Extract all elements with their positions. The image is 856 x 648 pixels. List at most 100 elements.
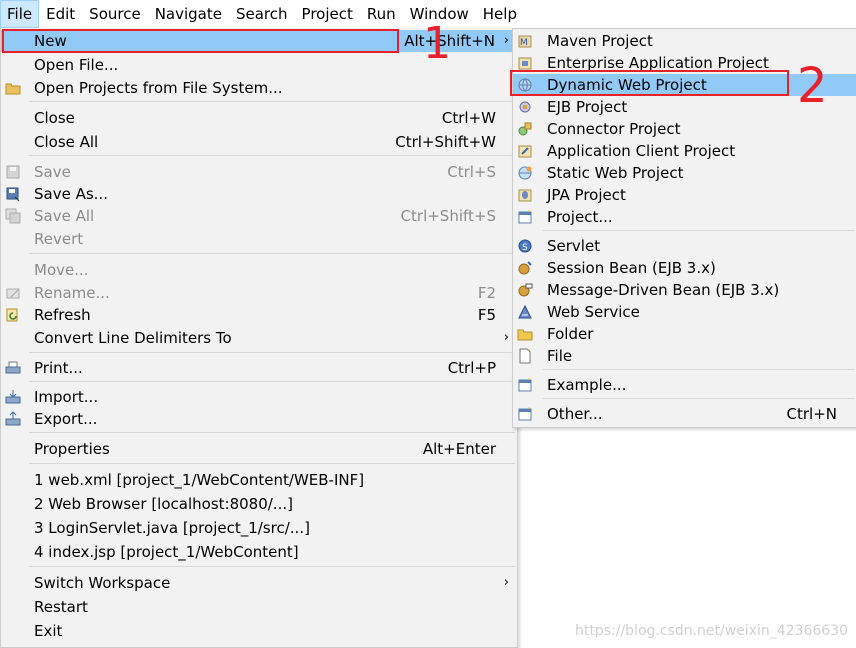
menu-item-restart[interactable]: Restart — [1, 596, 517, 618]
menu-item-label: Enterprise Application Project — [547, 54, 769, 72]
menu-item-message-driven-bean[interactable]: Message-Driven Bean (EJB 3.x) — [513, 279, 856, 301]
menu-item-folder[interactable]: Folder — [513, 323, 856, 345]
menu-item-recent-2[interactable]: 2 Web Browser [localhost:8080/...] — [1, 493, 517, 515]
enterprise-project-icon — [517, 55, 533, 71]
menu-item-label: Connector Project — [547, 120, 681, 138]
separator — [29, 463, 515, 464]
menu-item-recent-1[interactable]: 1 web.xml [project_1/WebContent/WEB-INF] — [1, 469, 517, 491]
menu-item-label: Restart — [34, 598, 88, 616]
menu-item-label: Static Web Project — [547, 164, 684, 182]
menu-project[interactable]: Project — [295, 0, 360, 28]
import-icon — [5, 389, 21, 405]
menu-item-label: Servlet — [547, 237, 601, 255]
separator — [29, 155, 515, 156]
separator — [29, 253, 515, 254]
menu-item-recent-3[interactable]: 3 LoginServlet.java [project_1/src/...] — [1, 517, 517, 539]
menu-item-convert-line-delimiters[interactable]: Convert Line Delimiters To › — [1, 327, 517, 349]
menu-item-label: Folder — [547, 325, 594, 343]
menu-file[interactable]: File — [0, 0, 40, 28]
menu-item-maven-project[interactable]: M Maven Project — [513, 30, 856, 52]
menu-item-close[interactable]: Close Ctrl+W — [1, 107, 517, 129]
menu-item-session-bean[interactable]: Session Bean (EJB 3.x) — [513, 257, 856, 279]
maven-project-icon: M — [517, 33, 533, 49]
menu-item-servlet[interactable]: S Servlet — [513, 235, 856, 257]
menu-item-recent-4[interactable]: 4 index.jsp [project_1/WebContent] — [1, 541, 517, 563]
chevron-right-icon: › — [503, 33, 509, 48]
export-icon — [5, 411, 21, 427]
menu-item-application-client-project[interactable]: Application Client Project — [513, 140, 856, 162]
menu-item-label: Example... — [547, 376, 627, 394]
menu-item-label: Refresh — [34, 306, 91, 324]
static-web-globe-icon — [517, 165, 533, 181]
menu-item-web-service[interactable]: Web Service — [513, 301, 856, 323]
menu-item-label: Export... — [34, 410, 98, 428]
menu-search[interactable]: Search — [229, 0, 295, 28]
folder-icon — [5, 80, 21, 96]
menu-item-save[interactable]: Save Ctrl+S — [1, 161, 517, 183]
menu-edit[interactable]: Edit — [39, 0, 82, 28]
menu-item-file[interactable]: File — [513, 345, 856, 367]
menu-item-properties[interactable]: Properties Alt+Enter — [1, 438, 517, 460]
menu-item-label: Message-Driven Bean (EJB 3.x) — [547, 281, 780, 299]
menu-item-label: Convert Line Delimiters To — [34, 329, 232, 347]
jpa-project-icon — [517, 187, 533, 203]
menu-item-label: Web Service — [547, 303, 640, 321]
annotation-number-1: 1 — [423, 18, 451, 69]
menu-item-label: Switch Workspace — [34, 574, 171, 592]
menu-item-open-projects[interactable]: Open Projects from File System... — [1, 77, 517, 99]
menu-item-label: Save All — [34, 207, 95, 225]
menu-run[interactable]: Run — [360, 0, 403, 28]
menu-item-move[interactable]: Move... — [1, 259, 517, 281]
menu-item-save-all[interactable]: Save All Ctrl+Shift+S — [1, 205, 517, 227]
menu-item-other[interactable]: Other... Ctrl+N — [513, 403, 856, 425]
menu-item-label: Other... — [547, 405, 603, 423]
menu-item-label: Print... — [34, 359, 83, 377]
menu-item-accel: Ctrl+Shift+W — [395, 133, 496, 151]
message-driven-bean-icon — [517, 282, 533, 298]
file-menu: New Alt+Shift+N › Open File... Open Proj… — [0, 28, 518, 648]
separator — [29, 381, 515, 382]
menu-item-label: Close All — [34, 133, 99, 151]
menu-item-print[interactable]: Print... Ctrl+P — [1, 357, 517, 379]
menu-navigate[interactable]: Navigate — [148, 0, 229, 28]
menu-item-rename[interactable]: Rename... F2 — [1, 282, 517, 304]
menu-item-accel: Alt+Enter — [422, 440, 496, 458]
menu-item-label: 2 Web Browser [localhost:8080/...] — [34, 495, 293, 513]
menu-item-connector-project[interactable]: Connector Project — [513, 118, 856, 140]
menu-item-export[interactable]: Export... — [1, 408, 517, 430]
menu-item-label: 4 index.jsp [project_1/WebContent] — [34, 543, 299, 561]
menu-item-project[interactable]: Project... — [513, 206, 856, 228]
annotation-number-2: 2 — [797, 58, 828, 114]
menu-item-static-web-project[interactable]: Static Web Project — [513, 162, 856, 184]
menu-item-label: Move... — [34, 261, 89, 279]
menu-item-label: Open Projects from File System... — [34, 79, 283, 97]
menu-item-label: Dynamic Web Project — [547, 76, 707, 94]
web-service-icon — [517, 304, 533, 320]
separator — [543, 369, 855, 370]
menu-item-label: Rename... — [34, 284, 110, 302]
menu-item-accel: F2 — [477, 284, 496, 302]
menu-source[interactable]: Source — [82, 0, 148, 28]
menu-item-refresh[interactable]: Refresh F5 — [1, 304, 517, 326]
chevron-right-icon: › — [503, 330, 509, 345]
menu-item-label: Session Bean (EJB 3.x) — [547, 259, 716, 277]
menu-help[interactable]: Help — [476, 0, 524, 28]
menu-item-label: Import... — [34, 388, 99, 406]
servlet-icon: S — [517, 238, 533, 254]
separator — [543, 230, 855, 231]
menu-item-example[interactable]: Example... — [513, 374, 856, 396]
menu-item-revert[interactable]: Revert — [1, 228, 517, 250]
menu-item-jpa-project[interactable]: JPA Project — [513, 184, 856, 206]
menu-item-label: JPA Project — [547, 186, 626, 204]
separator — [29, 352, 515, 353]
menu-item-save-as[interactable]: Save As... — [1, 183, 517, 205]
menu-item-exit[interactable]: Exit — [1, 620, 517, 642]
separator — [543, 398, 855, 399]
menu-item-accel: Ctrl+W — [441, 109, 496, 127]
watermark: https://blog.csdn.net/weixin_42366630 — [574, 623, 848, 639]
separator — [29, 101, 515, 102]
menu-item-close-all[interactable]: Close All Ctrl+Shift+W — [1, 131, 517, 153]
menu-item-label: File — [547, 347, 573, 365]
menu-item-switch-workspace[interactable]: Switch Workspace › — [1, 572, 517, 594]
menu-item-import[interactable]: Import... — [1, 386, 517, 408]
